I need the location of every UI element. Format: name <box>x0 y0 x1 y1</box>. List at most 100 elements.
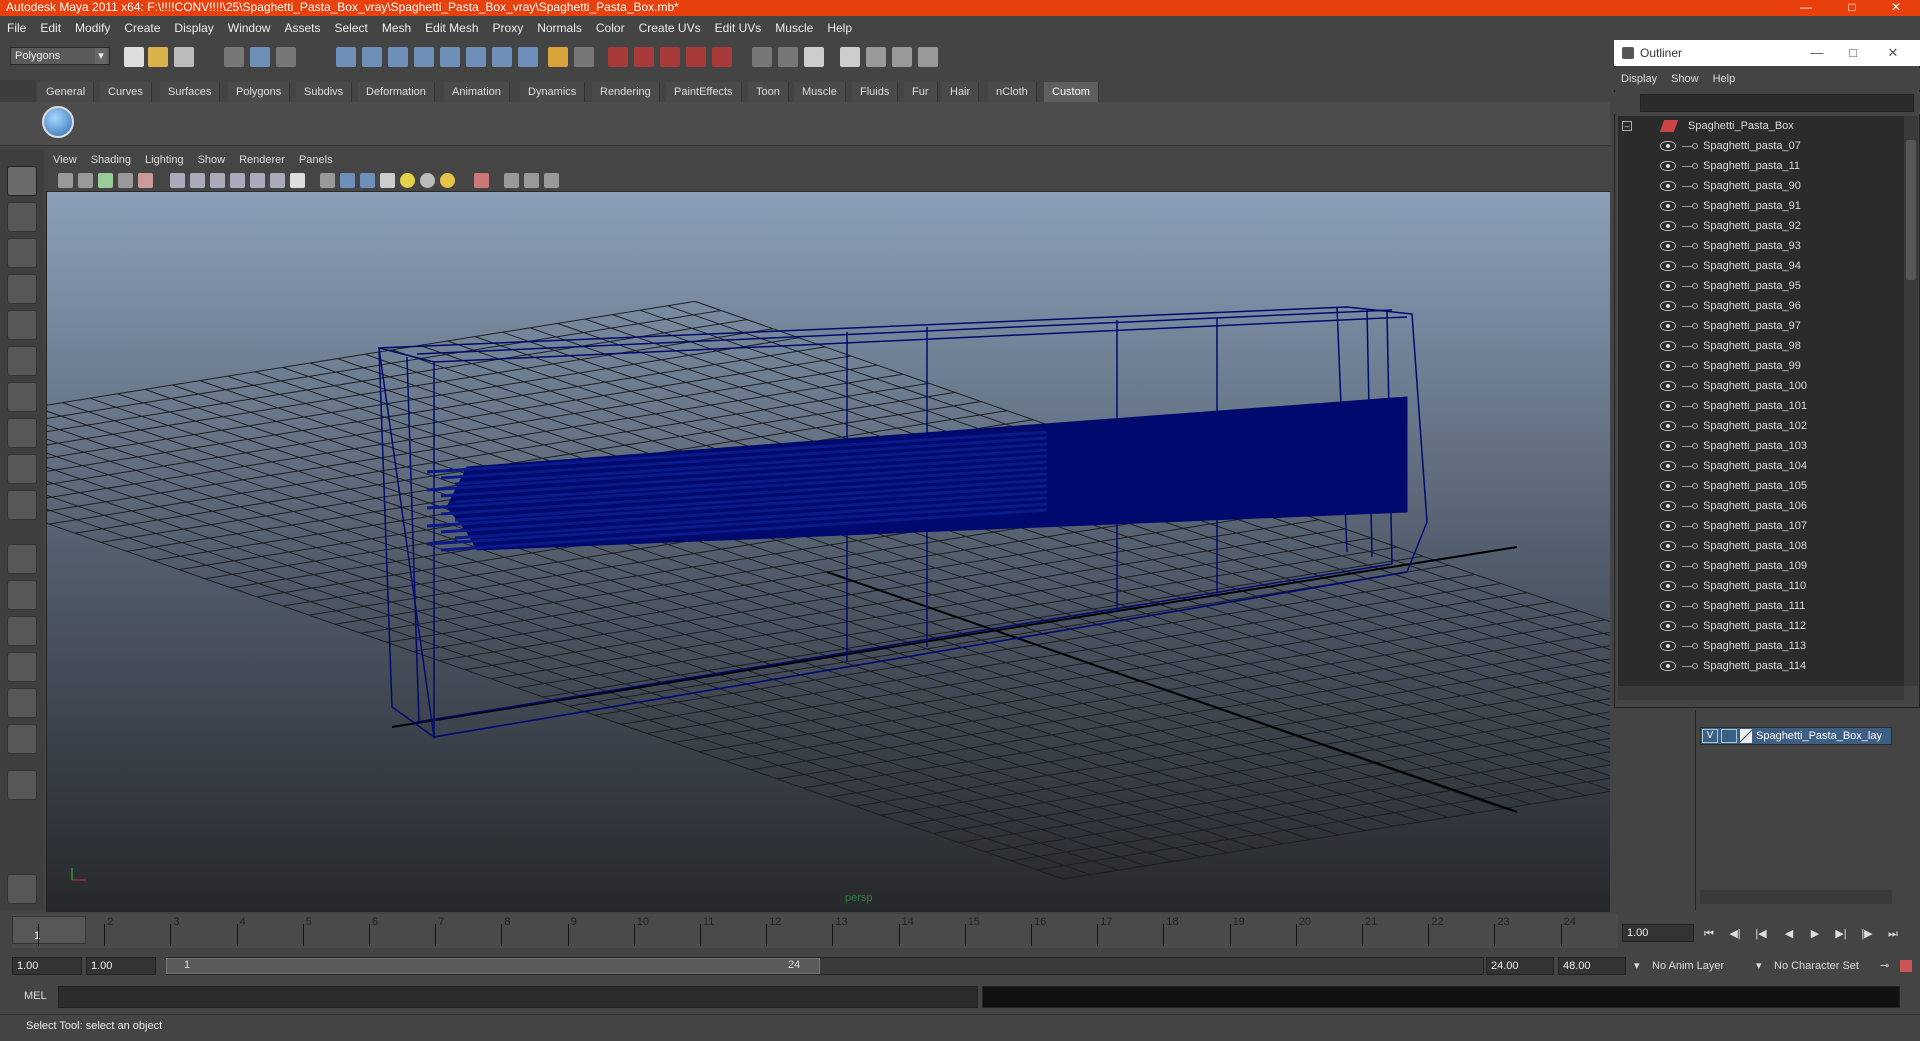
outliner-item[interactable]: Spaghetti_pasta_93 <box>1618 236 1904 256</box>
new-scene-icon[interactable] <box>124 47 144 67</box>
outliner-toggle-icon[interactable] <box>918 47 938 67</box>
menu-normals[interactable]: Normals <box>530 16 589 40</box>
minimize-icon[interactable]: — <box>1790 0 1822 16</box>
outliner-item[interactable]: Spaghetti_pasta_105 <box>1618 476 1904 496</box>
input-line-icon[interactable] <box>752 47 772 67</box>
chevron-down-icon[interactable]: ▾ <box>1634 957 1640 975</box>
history-icon[interactable] <box>466 47 486 67</box>
layer-color-icon[interactable] <box>1740 729 1752 743</box>
wireframe-icon[interactable] <box>320 173 335 188</box>
ipr-render-icon[interactable] <box>634 47 654 67</box>
tab-curves[interactable]: Curves <box>100 82 152 102</box>
mel-label[interactable]: MEL <box>24 990 47 1002</box>
four-view-layout-icon[interactable] <box>7 580 37 610</box>
outliner-item[interactable]: Spaghetti_pasta_107 <box>1618 516 1904 536</box>
outliner-menu-display[interactable]: Display <box>1614 68 1664 90</box>
tab-rendering[interactable]: Rendering <box>592 82 660 102</box>
step-back-key-icon[interactable]: ◀| <box>1726 926 1744 942</box>
viewport-menu-show[interactable]: Show <box>191 150 233 170</box>
step-back-frame-icon[interactable]: |◀ <box>1752 926 1770 942</box>
layer-playback-toggle[interactable] <box>1721 729 1737 743</box>
tab-animation[interactable]: Animation <box>444 82 510 102</box>
viewport-menu-shading[interactable]: Shading <box>84 150 138 170</box>
xray-joints-icon[interactable] <box>524 173 539 188</box>
hypershade-layout-icon[interactable] <box>7 688 37 718</box>
layout-options-icon[interactable] <box>7 770 37 800</box>
camera-select-icon[interactable] <box>58 173 73 188</box>
outliner-item[interactable]: Spaghetti_pasta_07 <box>1618 136 1904 156</box>
texture-icon[interactable] <box>290 173 305 188</box>
step-forward-frame-icon[interactable]: ▶| <box>1832 926 1850 942</box>
outliner-item[interactable]: Spaghetti_pasta_104 <box>1618 456 1904 476</box>
grid-toggle-icon[interactable] <box>138 173 153 188</box>
lock-icon[interactable] <box>548 47 568 67</box>
outliner-item[interactable]: Spaghetti_pasta_113 <box>1618 636 1904 656</box>
go-to-start-icon[interactable]: ⏮ <box>1700 926 1718 942</box>
tab-polygons[interactable]: Polygons <box>228 82 291 102</box>
tab-surfaces[interactable]: Surfaces <box>160 82 221 102</box>
outliner-item[interactable]: Spaghetti_pasta_106 <box>1618 496 1904 516</box>
tab-fur[interactable]: Fur <box>904 82 938 102</box>
outliner-item[interactable]: Spaghetti_pasta_95 <box>1618 276 1904 296</box>
viewport-menu-renderer[interactable]: Renderer <box>232 150 292 170</box>
image-plane-icon[interactable] <box>118 173 133 188</box>
render-settings-icon[interactable] <box>660 47 680 67</box>
xray-icon[interactable] <box>504 173 519 188</box>
viewport-menu-lighting[interactable]: Lighting <box>138 150 191 170</box>
select-by-object-icon[interactable] <box>250 47 270 67</box>
selection-mask-icon[interactable] <box>574 47 594 67</box>
outliner-item[interactable]: Spaghetti_pasta_94 <box>1618 256 1904 276</box>
channel-box-icon[interactable] <box>778 47 798 67</box>
gate-mask-icon[interactable] <box>210 173 225 188</box>
outliner-item[interactable]: Spaghetti_pasta_109 <box>1618 556 1904 576</box>
outliner-item[interactable]: Spaghetti_pasta_99 <box>1618 356 1904 376</box>
last-tool-icon[interactable] <box>7 490 37 520</box>
step-forward-key-icon[interactable]: |▶ <box>1858 926 1876 942</box>
key-icon[interactable]: ⊸ <box>1880 957 1889 975</box>
custom-layout-icon[interactable] <box>7 724 37 754</box>
paint-select-tool-icon[interactable] <box>7 238 37 268</box>
camera-attributes-icon[interactable] <box>78 173 93 188</box>
default-light-icon[interactable] <box>440 173 455 188</box>
shadows-icon[interactable] <box>420 173 435 188</box>
render-frame-icon[interactable] <box>608 47 628 67</box>
persp-outliner-layout-icon[interactable] <box>7 616 37 646</box>
outliner-item[interactable]: Spaghetti_pasta_97 <box>1618 316 1904 336</box>
menu-mesh[interactable]: Mesh <box>375 16 418 40</box>
tab-general[interactable]: General <box>38 82 95 102</box>
lasso-tool-icon[interactable] <box>7 202 37 232</box>
range-slider-handle[interactable] <box>166 958 820 974</box>
current-time-field[interactable]: 1.00 <box>1622 924 1694 942</box>
select-by-hierarchy-icon[interactable] <box>224 47 244 67</box>
outliner-horizontal-scrollbar[interactable] <box>1618 686 1904 700</box>
tab-toon[interactable]: Toon <box>748 82 789 102</box>
persp-graph-layout-icon[interactable] <box>7 652 37 682</box>
make-live-icon[interactable] <box>440 47 460 67</box>
universal-manipulator-icon[interactable] <box>7 382 37 412</box>
current-frame-marker[interactable] <box>12 916 86 944</box>
outliner-menu-help[interactable]: Help <box>1706 68 1743 90</box>
outliner-item[interactable]: Spaghetti_pasta_100 <box>1618 376 1904 396</box>
textured-icon[interactable] <box>380 173 395 188</box>
snap-view-plane-icon[interactable] <box>414 47 434 67</box>
menu-create-uvs[interactable]: Create UVs <box>632 16 708 40</box>
open-scene-icon[interactable] <box>148 47 168 67</box>
tab-muscle[interactable]: Muscle <box>794 82 846 102</box>
outliner-item[interactable]: Spaghetti_pasta_110 <box>1618 576 1904 596</box>
maximize-icon[interactable]: □ <box>1836 0 1868 16</box>
layer-name[interactable]: Spaghetti_Pasta_Box_lay <box>1756 729 1890 743</box>
outliner-filter-input[interactable] <box>1640 94 1914 112</box>
outliner-item[interactable]: Spaghetti_pasta_112 <box>1618 616 1904 636</box>
outliner-item[interactable]: Spaghetti_pasta_108 <box>1618 536 1904 556</box>
snap-grid-icon[interactable] <box>336 47 356 67</box>
menu-edit-mesh[interactable]: Edit Mesh <box>418 16 485 40</box>
outliner-item[interactable]: Spaghetti_pasta_111 <box>1618 596 1904 616</box>
save-scene-icon[interactable] <box>174 47 194 67</box>
menu-modify[interactable]: Modify <box>68 16 117 40</box>
menu-assets[interactable]: Assets <box>277 16 327 40</box>
outliner-item[interactable]: Spaghetti_pasta_103 <box>1618 436 1904 456</box>
play-backwards-icon[interactable]: ◀ <box>1780 926 1798 942</box>
soft-modification-icon[interactable] <box>7 418 37 448</box>
isolate-select-icon[interactable] <box>474 173 489 188</box>
use-all-lights-icon[interactable] <box>400 173 415 188</box>
